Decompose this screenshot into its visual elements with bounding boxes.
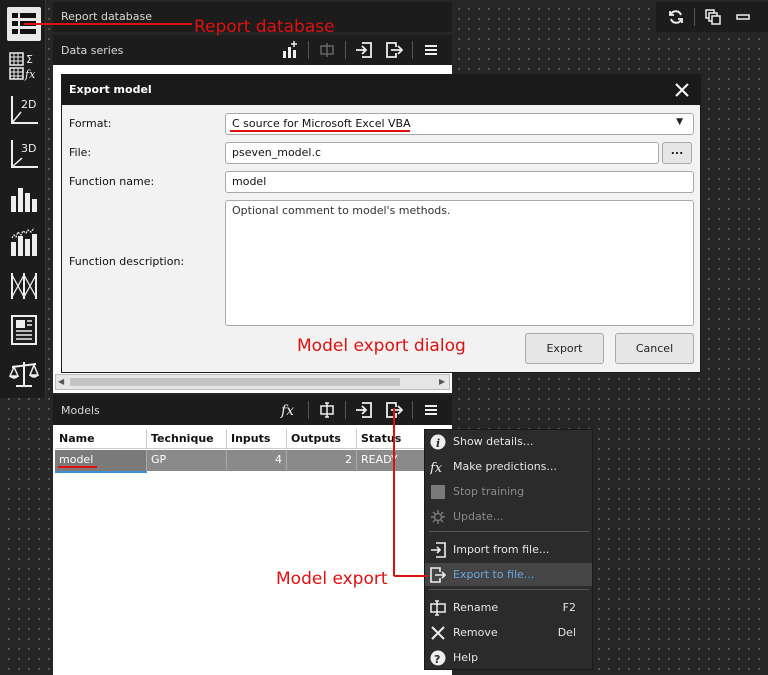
model-export-annotation: Model export: [276, 569, 388, 589]
report-database-annotation: Report database: [194, 17, 335, 37]
model-export-dialog-annotation: Model export dialog: [297, 336, 466, 356]
